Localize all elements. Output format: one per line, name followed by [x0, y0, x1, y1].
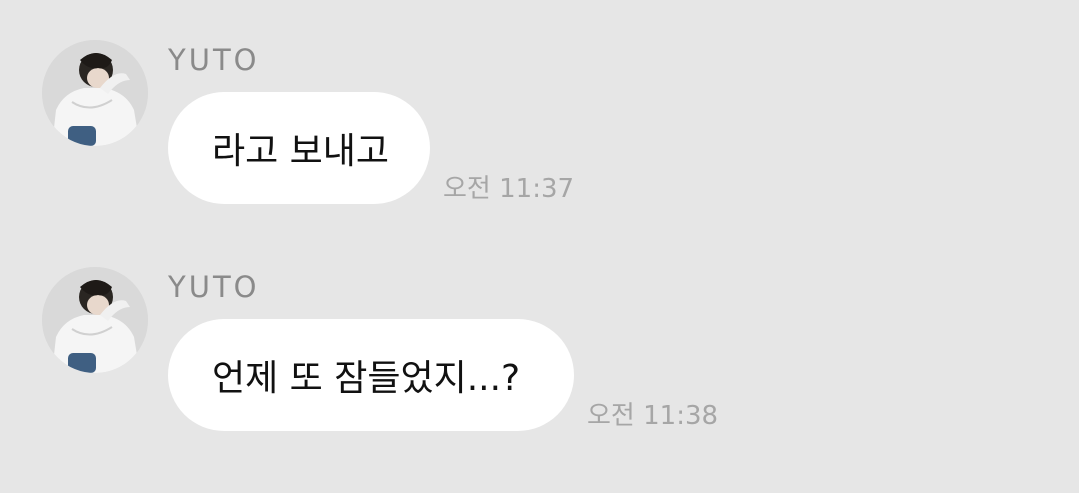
message-text: 언제 또 잠들었지...?: [212, 358, 521, 399]
profile-photo: [42, 40, 148, 146]
avatar[interactable]: [42, 40, 148, 146]
message-text: 라고 보내고: [212, 131, 390, 172]
sender-name: YUTO: [168, 270, 260, 304]
avatar[interactable]: [42, 267, 148, 373]
message-row: YUTO 언제 또 잠들었지...? 오전 11:38: [0, 267, 1079, 467]
message-timestamp: 오전 11:38: [587, 401, 719, 431]
message-timestamp: 오전 11:37: [443, 174, 575, 204]
message-bubble[interactable]: 라고 보내고: [168, 92, 430, 204]
message-row: YUTO 라고 보내고 오전 11:37: [0, 40, 1079, 240]
profile-photo: [42, 267, 148, 373]
message-bubble[interactable]: 언제 또 잠들었지...?: [168, 319, 574, 431]
sender-name: YUTO: [168, 43, 260, 77]
